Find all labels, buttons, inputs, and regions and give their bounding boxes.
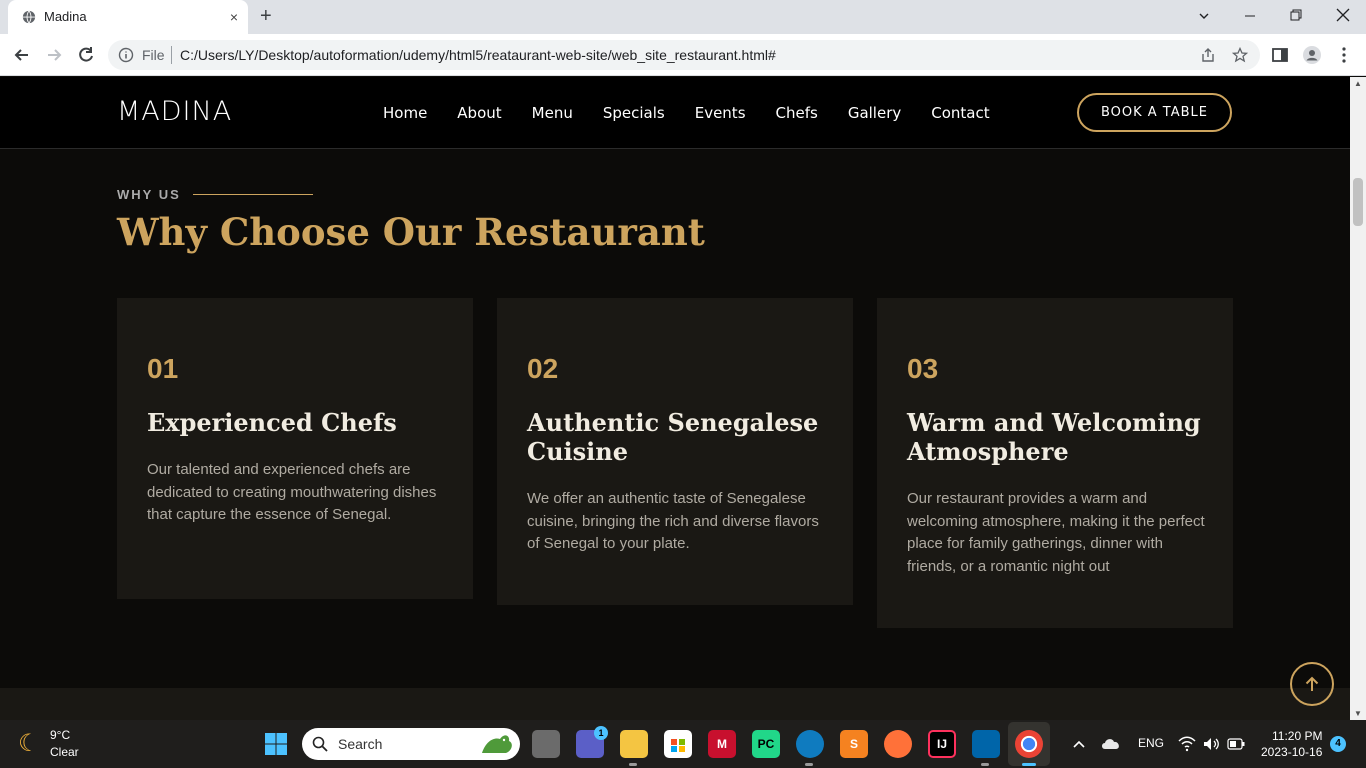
scroll-down-arrow-icon[interactable]: ▼ (1354, 709, 1362, 718)
windows-start-icon[interactable] (264, 732, 288, 756)
search-icon (312, 736, 328, 752)
globe-icon (22, 10, 36, 24)
feature-card: 03 Warm and Welcoming Atmosphere Our res… (877, 298, 1233, 628)
tab-title: Madina (44, 9, 87, 24)
page-viewport: MADINA Home About Menu Specials Events C… (0, 77, 1350, 720)
sublime-text-icon[interactable]: S (840, 730, 868, 758)
pycharm-icon[interactable]: PC (752, 730, 780, 758)
arrow-up-icon (1305, 676, 1319, 691)
section-label-line (193, 194, 313, 195)
forward-arrow-icon[interactable] (44, 45, 64, 65)
site-logo[interactable]: MADINA (117, 96, 232, 127)
scroll-up-arrow-icon[interactable]: ▲ (1354, 79, 1362, 88)
mcafee-icon[interactable]: M (708, 730, 736, 758)
browser-toolbar: File C:/Users/LY/Desktop/autoformation/u… (0, 34, 1366, 76)
nav-specials[interactable]: Specials (603, 104, 665, 122)
main-nav: Home About Menu Specials Events Chefs Ga… (383, 104, 1020, 122)
card-title: Authentic Senegalese Cuisine (527, 408, 819, 466)
browser-tab-bar: Madina × + (0, 0, 1366, 34)
info-icon[interactable] (118, 47, 134, 63)
back-arrow-icon[interactable] (12, 45, 32, 65)
edge-browser-icon[interactable] (796, 730, 824, 758)
card-title: Experienced Chefs (147, 408, 397, 437)
book-table-button[interactable]: BOOK A TABLE (1077, 93, 1232, 132)
profile-avatar-icon[interactable] (1302, 45, 1322, 65)
restore-icon[interactable] (1290, 9, 1302, 21)
close-tab-icon[interactable]: × (230, 9, 238, 25)
nav-about[interactable]: About (457, 104, 501, 122)
chat-badge: 1 (594, 726, 608, 740)
minimize-icon[interactable] (1244, 10, 1256, 22)
app-active-indicator (1022, 763, 1036, 766)
kebab-menu-icon[interactable] (1334, 45, 1354, 65)
notification-badge[interactable]: 4 (1330, 736, 1346, 752)
teams-chat-icon[interactable]: 1 (576, 726, 608, 758)
share-icon[interactable] (1200, 47, 1216, 63)
scroll-thumb[interactable] (1353, 178, 1363, 226)
wifi-icon[interactable] (1178, 736, 1196, 752)
dragon-search-highlight-icon (482, 735, 512, 753)
card-text: We offer an authentic taste of Senegales… (527, 490, 819, 552)
card-text: Our talented and experienced chefs are d… (147, 461, 437, 523)
nav-menu[interactable]: Menu (532, 104, 573, 122)
card-number: 03 (907, 353, 939, 384)
divider (171, 46, 172, 64)
nav-home[interactable]: Home (383, 104, 427, 122)
windows-taskbar: ☾ 9°C Clear Search 1 M PC S IJ ENG 11:20… (0, 720, 1366, 768)
section-label: WHY US (117, 187, 181, 202)
card-text: Our restaurant provides a warm and welco… (907, 490, 1205, 575)
nav-chefs[interactable]: Chefs (776, 104, 818, 122)
next-section (0, 688, 1350, 720)
intellij-icon[interactable]: IJ (928, 730, 956, 758)
app-running-indicator (629, 763, 637, 766)
feature-card: 01 Experienced Chefs Our talented and ex… (117, 298, 473, 599)
battery-icon[interactable] (1227, 738, 1245, 750)
clock-time[interactable]: 11:20 PM (1272, 729, 1322, 743)
file-scheme-label: File (142, 47, 165, 63)
tab-search-icon[interactable] (1198, 10, 1210, 22)
card-title: Warm and Welcoming Atmosphere (907, 408, 1201, 466)
url-text[interactable]: C:/Users/LY/Desktop/autoformation/udemy/… (180, 47, 776, 63)
back-to-top-button[interactable] (1290, 662, 1334, 706)
language-indicator[interactable]: ENG (1138, 736, 1164, 750)
firefox-icon[interactable] (884, 730, 912, 758)
nav-contact[interactable]: Contact (931, 104, 989, 122)
chrome-icon[interactable] (1015, 730, 1043, 758)
page-scrollbar[interactable]: ▲ ▼ (1350, 77, 1366, 720)
reload-icon[interactable] (76, 45, 96, 65)
vscode-icon[interactable] (972, 730, 1000, 758)
moon-weather-icon[interactable]: ☾ (18, 729, 40, 758)
address-bar[interactable]: File C:/Users/LY/Desktop/autoformation/u… (108, 40, 1260, 70)
file-explorer-icon[interactable] (620, 730, 648, 758)
weather-temperature[interactable]: 9°C (50, 728, 70, 742)
search-placeholder: Search (338, 736, 383, 752)
app-running-indicator (805, 763, 813, 766)
task-view-icon[interactable] (532, 730, 560, 758)
bookmark-star-icon[interactable] (1232, 47, 1248, 63)
side-panel-icon[interactable] (1270, 45, 1290, 65)
card-number: 01 (147, 353, 179, 384)
close-window-icon[interactable] (1336, 8, 1350, 22)
onedrive-cloud-icon[interactable] (1101, 737, 1121, 751)
store-grid-icon (671, 739, 685, 752)
new-tab-button[interactable]: + (260, 5, 272, 28)
nav-gallery[interactable]: Gallery (848, 104, 901, 122)
taskbar-search[interactable]: Search (302, 728, 520, 760)
tray-chevron-up-icon[interactable] (1072, 738, 1086, 750)
card-number: 02 (527, 353, 559, 384)
site-header: MADINA Home About Menu Specials Events C… (0, 77, 1350, 149)
browser-tab[interactable]: Madina × (8, 0, 248, 34)
app-running-indicator (981, 763, 989, 766)
nav-events[interactable]: Events (695, 104, 746, 122)
clock-date[interactable]: 2023-10-16 (1261, 745, 1322, 759)
microsoft-store-icon[interactable] (664, 730, 692, 758)
feature-card: 02 Authentic Senegalese Cuisine We offer… (497, 298, 853, 605)
weather-description[interactable]: Clear (50, 745, 79, 759)
volume-icon[interactable] (1202, 736, 1220, 752)
section-title: Why Choose Our Restaurant (117, 210, 705, 254)
